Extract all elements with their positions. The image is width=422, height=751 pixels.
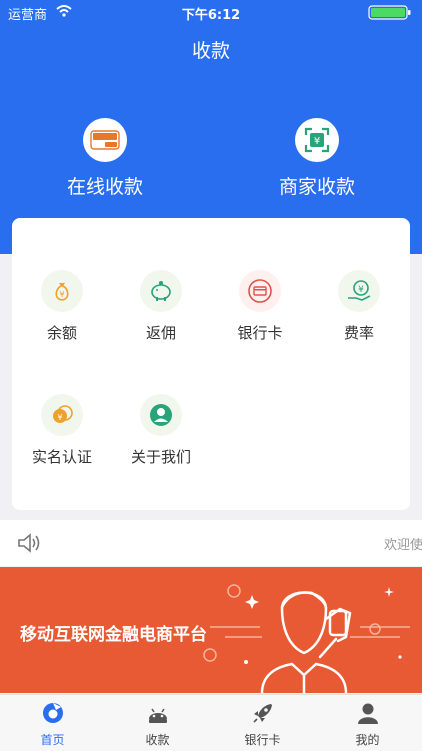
clock: 下午6:12 xyxy=(181,8,241,23)
tab-mine-label: 我的 xyxy=(355,733,380,747)
notice-text: 欢迎使 xyxy=(384,538,422,553)
status-bar: 运营商 下午6:12 xyxy=(0,0,422,24)
tab-payment[interactable]: 收款 xyxy=(105,701,210,748)
tab-bank-card[interactable]: 银行卡 xyxy=(210,701,315,748)
bank-card-label: 银行卡 xyxy=(237,324,283,342)
tab-home-label: 首页 xyxy=(40,733,65,747)
tab-bar: 首页 收款 银行卡 我的 xyxy=(0,694,422,751)
user-icon xyxy=(140,394,182,436)
tab-bank-card-label: 银行卡 xyxy=(244,733,281,747)
tab-home[interactable]: 首页 xyxy=(0,701,105,748)
rate-label: 费率 xyxy=(343,324,374,342)
real-name-auth-label: 实名认证 xyxy=(31,448,92,466)
home-icon xyxy=(42,703,63,723)
banner-text: 移动互联网金融电商平台 xyxy=(20,625,207,645)
bank-card-item[interactable]: 银行卡 xyxy=(210,270,310,350)
svg-text:¥: ¥ xyxy=(358,285,364,295)
about-us-item[interactable]: 关于我们 xyxy=(111,394,211,474)
balance-label: 余额 xyxy=(46,324,77,342)
battery-icon xyxy=(368,5,411,20)
rocket-icon xyxy=(252,704,272,723)
money-bag-icon: ¥ xyxy=(41,270,83,312)
merchant-payment-label: 商家收款 xyxy=(278,176,355,198)
page-title: 收款 xyxy=(191,40,230,62)
notice-bar[interactable]: 欢迎使 xyxy=(0,520,422,566)
speaker-icon xyxy=(18,533,40,553)
commission-item[interactable]: 返佣 xyxy=(111,270,211,350)
balance-item[interactable]: ¥ 余额 xyxy=(12,270,112,350)
rate-item[interactable]: ¥ 费率 xyxy=(309,270,409,350)
svg-text:¥: ¥ xyxy=(314,136,320,147)
real-name-auth-item[interactable]: ¥ 实名认证 xyxy=(12,394,112,474)
commission-label: 返佣 xyxy=(145,324,176,342)
profile-icon xyxy=(357,703,378,724)
rate-hand-icon: ¥ xyxy=(338,270,380,312)
tab-payment-label: 收款 xyxy=(145,733,170,747)
coins-icon: ¥ xyxy=(41,394,83,436)
about-us-label: 关于我们 xyxy=(130,448,191,466)
online-payment-button[interactable]: 在线收款 xyxy=(30,118,180,198)
merchant-payment-button[interactable]: ¥ 商家收款 xyxy=(242,118,392,198)
svg-text:¥: ¥ xyxy=(57,413,62,422)
promo-banner[interactable]: 移动互联网金融电商平台 xyxy=(0,567,422,693)
tab-mine[interactable]: 我的 xyxy=(315,701,420,748)
svg-text:¥: ¥ xyxy=(59,290,64,299)
bank-card-icon xyxy=(239,270,281,312)
unionpay-card-icon xyxy=(83,118,127,162)
merchant-qr-icon: ¥ xyxy=(295,118,339,162)
function-grid: ¥ 余额 返佣 银行卡 ¥ 费率 ¥ 实名认证 关于我们 xyxy=(12,218,410,510)
piggy-bank-icon xyxy=(140,270,182,312)
android-icon xyxy=(148,708,167,723)
online-payment-label: 在线收款 xyxy=(66,176,143,198)
